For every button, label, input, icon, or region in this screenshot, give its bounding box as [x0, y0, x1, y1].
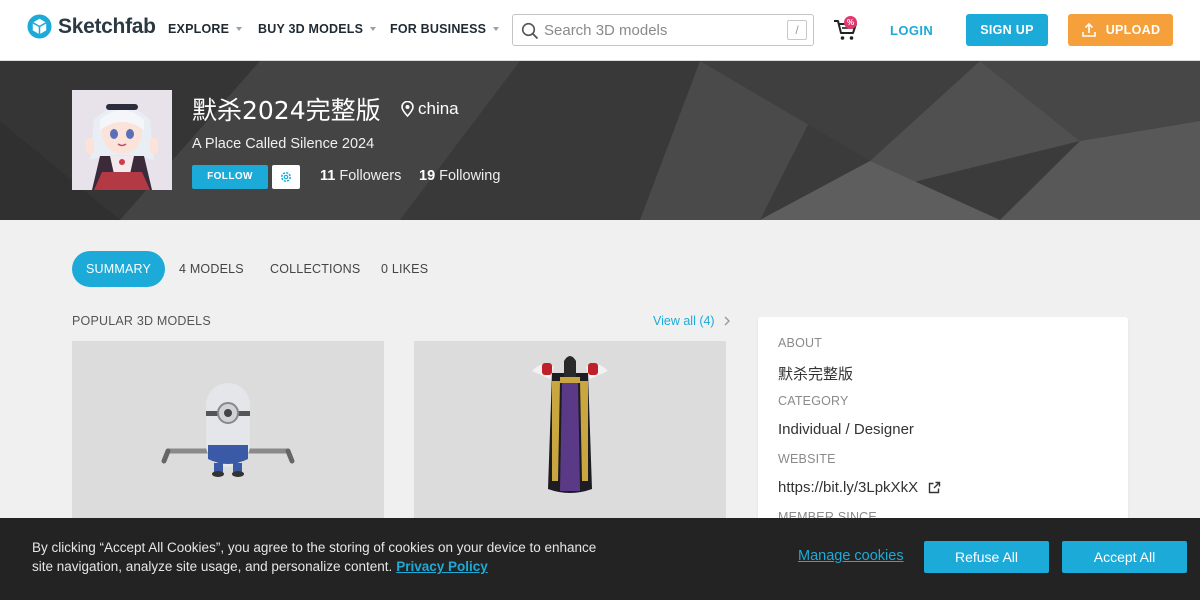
about-value: 默杀完整版: [778, 366, 854, 383]
external-link-icon: [928, 481, 941, 494]
location-label: china: [418, 99, 459, 118]
signup-button[interactable]: SIGN UP: [966, 14, 1048, 46]
nav-buy-3d-models[interactable]: BUY 3D MODELS: [258, 22, 377, 36]
location-pin-icon: [401, 101, 414, 117]
gear-icon: [281, 172, 291, 182]
robed-figure-model-thumbnail: [414, 341, 726, 518]
chevron-right-icon: [724, 316, 730, 326]
upload-icon: [1081, 22, 1096, 37]
follow-button[interactable]: FOLLOW: [192, 165, 268, 189]
category-label: CATEGORY: [778, 394, 849, 408]
profile-location: china: [401, 99, 459, 119]
minion-model-thumbnail: [72, 341, 384, 518]
avatar: [72, 90, 172, 190]
about-panel: ABOUT 默杀完整版 CATEGORY Individual / Design…: [758, 317, 1128, 537]
following-stat[interactable]: 19 Following: [419, 168, 500, 184]
nav-explore[interactable]: EXPLORE: [168, 22, 243, 36]
cookie-message: By clicking “Accept All Cookies”, you ag…: [32, 540, 597, 574]
category-value: Individual / Designer: [778, 421, 914, 438]
tab-likes[interactable]: 0 LIKES: [381, 251, 428, 287]
chevron-down-icon: [370, 27, 377, 31]
tab-models[interactable]: 4 MODELS: [179, 251, 244, 287]
popular-models-title: POPULAR 3D MODELS: [72, 314, 211, 328]
about-label: ABOUT: [778, 336, 823, 350]
cookie-banner: By clicking “Accept All Cookies”, you ag…: [0, 518, 1200, 600]
followers-stat[interactable]: 11 Followers: [320, 168, 401, 184]
followers-label: Followers: [339, 168, 402, 184]
logo-text: Sketchfab: [58, 14, 156, 38]
sketchfab-logo-icon: [27, 14, 52, 39]
website-url: https://bit.ly/3LpkXkX: [778, 479, 919, 496]
following-label: Following: [439, 168, 501, 184]
tab-summary[interactable]: SUMMARY: [72, 251, 166, 287]
following-count: 19: [419, 168, 436, 184]
view-all-link[interactable]: View all (4): [653, 314, 730, 328]
upload-button[interactable]: UPLOAD: [1068, 14, 1173, 46]
hero-background: [0, 61, 1200, 220]
cart-badge: %: [844, 16, 857, 29]
accept-all-button[interactable]: Accept All: [1062, 541, 1187, 573]
nav-explore-label: EXPLORE: [168, 22, 230, 36]
nav-buy-label: BUY 3D MODELS: [258, 22, 364, 36]
sketchfab-logo[interactable]: Sketchfab: [27, 14, 156, 39]
model-card-robed-figure[interactable]: [414, 341, 726, 518]
website-link[interactable]: https://bit.ly/3LpkXkX: [778, 479, 941, 496]
nav-business-label: FOR BUSINESS: [390, 22, 487, 36]
refuse-all-button[interactable]: Refuse All: [924, 541, 1049, 573]
upload-label: UPLOAD: [1105, 23, 1161, 37]
model-card-minion[interactable]: [72, 341, 384, 518]
search-shortcut-key: /: [787, 20, 807, 40]
follow-settings-button[interactable]: [272, 165, 300, 189]
top-navigation-bar: Sketchfab EXPLORE BUY 3D MODELS FOR BUSI…: [0, 0, 1200, 61]
profile-name: 默杀2024完整版: [192, 96, 381, 125]
privacy-policy-link[interactable]: Privacy Policy: [396, 559, 488, 574]
followers-count: 11: [320, 168, 336, 184]
chevron-down-icon: [236, 27, 243, 31]
website-label: WEBSITE: [778, 452, 836, 466]
view-all-label: View all (4): [653, 314, 715, 328]
tab-collections[interactable]: COLLECTIONS: [270, 251, 360, 287]
search-box: /: [512, 14, 814, 46]
profile-tagline: A Place Called Silence 2024: [192, 136, 375, 152]
search-input[interactable]: [544, 15, 784, 45]
nav-for-business[interactable]: FOR BUSINESS: [390, 22, 500, 36]
chevron-down-icon: [493, 27, 500, 31]
login-link[interactable]: LOGIN: [890, 23, 933, 38]
anime-character-avatar-image: [72, 90, 172, 190]
search-icon: [521, 22, 539, 40]
profile-header: 默杀2024完整版 china A Place Called Silence 2…: [0, 61, 1200, 220]
manage-cookies-link[interactable]: Manage cookies: [798, 548, 904, 564]
cookie-consent-text: By clicking “Accept All Cookies”, you ag…: [32, 538, 602, 576]
